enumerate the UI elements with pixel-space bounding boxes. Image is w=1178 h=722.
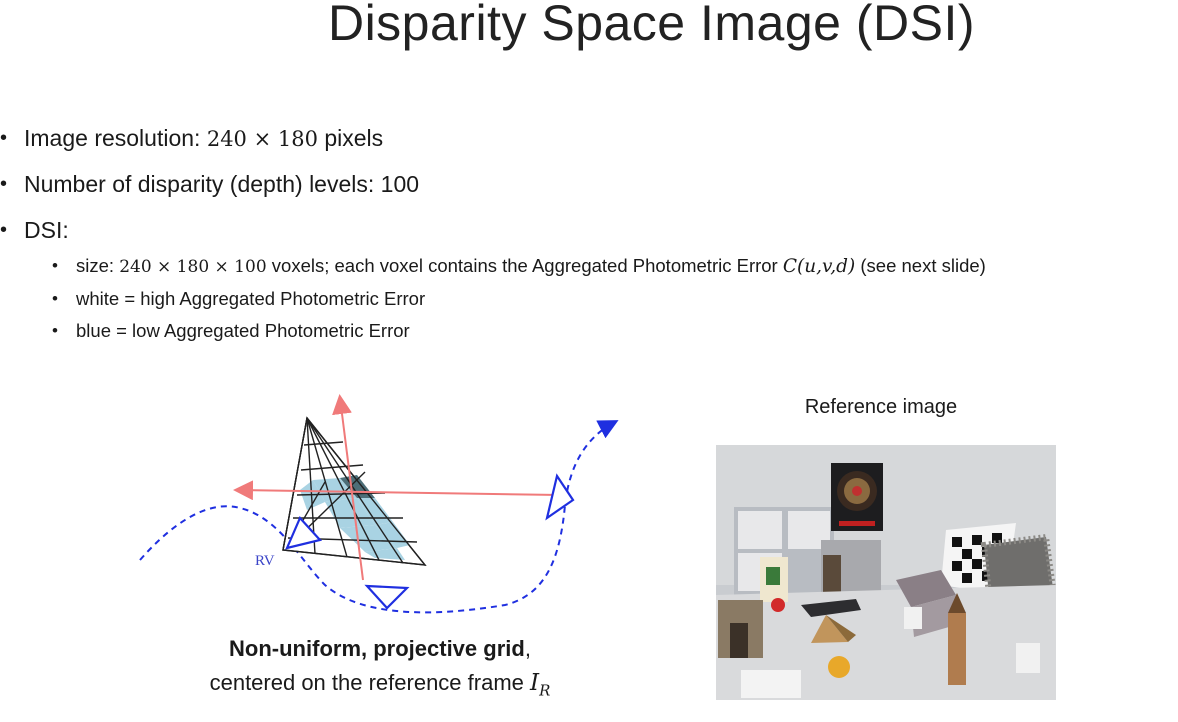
camera-right-icon (545, 473, 575, 521)
caption-comma: , (524, 636, 531, 661)
frame-subscript: R (539, 681, 551, 700)
cost-function: C(u,v,d) (782, 256, 856, 277)
caption-bold: Non-uniform, projective grid (229, 636, 525, 661)
resolution-prefix: Image resolution: (24, 125, 207, 151)
reference-image (716, 445, 1056, 700)
camera-bottom-icon (364, 584, 410, 610)
size-prefix: size: (76, 255, 120, 276)
sub-bullet-blue: blue = low Aggregated Photometric Error (52, 315, 986, 348)
size-math: 240 × 180 × 100 (119, 257, 267, 277)
rv-label: RV (255, 553, 275, 569)
main-bullets: Image resolution: 240 × 180 pixels Numbe… (0, 118, 419, 256)
sub-bullet-white: white = high Aggregated Photometric Erro… (52, 283, 986, 316)
frame-symbol: I (530, 670, 540, 696)
dsi-text: DSI: (24, 217, 69, 243)
sub-bullet-size: size: 240 × 180 × 100 voxels; each voxel… (52, 250, 986, 283)
resolution-math: 240 × 180 (206, 127, 318, 151)
blue-legend-text: blue = low Aggregated Photometric Error (76, 320, 410, 341)
horizontal-axis (233, 480, 561, 501)
projective-grid-diagram: RV (139, 394, 619, 614)
white-legend-text: white = high Aggregated Photometric Erro… (76, 287, 426, 309)
dsi-sub-bullets: size: 240 × 180 × 100 voxels; each voxel… (52, 250, 986, 348)
size-suffix: (see next slide) (855, 255, 986, 276)
diagram-caption: Non-uniform, projective grid, centered o… (140, 632, 620, 707)
bullet-disparity-levels: Number of disparity (depth) levels: 100 (0, 164, 419, 210)
size-middle: voxels; each voxel contains the Aggregat… (266, 255, 783, 276)
disparity-levels-text: Number of disparity (depth) levels: 100 (24, 171, 420, 197)
slide-title: Disparity Space Image (DSI) (327, 0, 976, 51)
reference-image-label: Reference image (804, 396, 958, 418)
bullet-resolution: Image resolution: 240 × 180 pixels (0, 118, 419, 164)
caption-line2: centered on the reference frame (209, 670, 531, 695)
resolution-suffix: pixels (317, 125, 384, 151)
